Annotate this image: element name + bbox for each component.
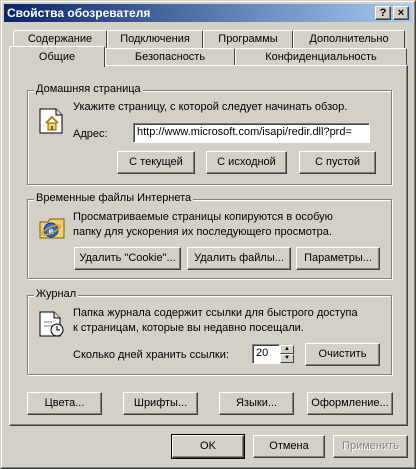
history-group: Журнал Папка журнала содержит ссылки для…	[27, 288, 392, 375]
tab-privacy[interactable]: Конфиденциальность	[235, 48, 407, 66]
internet-options-window: Свойства обозревателя ? × Содержание Под…	[0, 0, 416, 469]
close-button[interactable]: ×	[393, 6, 409, 20]
temp-files-group-title: Временные файлы Интернета	[34, 192, 194, 204]
address-label: Адрес:	[73, 128, 108, 140]
days-spinner[interactable]: ▲ ▼	[280, 345, 294, 363]
home-page-group-title: Домашняя страница	[34, 83, 143, 95]
temp-files-description-line1: Просматриваемые страницы копируются в ос…	[73, 211, 333, 223]
title-bar[interactable]: Свойства обозревателя ? ×	[4, 4, 412, 22]
window-title: Свойства обозревателя	[7, 6, 151, 20]
temp-settings-button[interactable]: Параметры...	[296, 247, 380, 270]
internet-explorer-folder-icon: e	[39, 218, 65, 239]
delete-files-button[interactable]: Удалить файлы...	[187, 247, 291, 270]
accessibility-button[interactable]: Оформление...	[307, 392, 393, 415]
home-page-icon	[39, 108, 63, 134]
cancel-button[interactable]: Отмена	[253, 435, 325, 458]
days-to-keep-input[interactable]: 20	[252, 344, 280, 364]
history-description-line1: Папка журнала содержит ссылки для быстро…	[73, 307, 358, 319]
ok-button[interactable]: OK	[171, 434, 245, 459]
use-default-button[interactable]: С исходной	[206, 151, 287, 174]
tab-advanced[interactable]: Дополнительно	[293, 30, 405, 48]
spin-up-icon[interactable]: ▲	[280, 345, 294, 354]
home-page-group: Домашняя страница Укажите страницу, с ко…	[27, 83, 392, 185]
general-tab-panel: Домашняя страница Укажите страницу, с ко…	[9, 65, 408, 426]
colors-button[interactable]: Цвета...	[27, 392, 102, 415]
languages-button[interactable]: Языки...	[219, 392, 294, 415]
temp-files-group: Временные файлы Интернета e Просматривае…	[27, 192, 392, 279]
fonts-button[interactable]: Шрифты...	[123, 392, 198, 415]
apply-button[interactable]: Применить	[333, 435, 408, 458]
clear-history-button[interactable]: Очистить	[305, 343, 380, 366]
days-to-keep-label: Сколько дней хранить ссылки:	[73, 349, 229, 361]
history-icon	[39, 311, 64, 337]
temp-files-description-line2: папку для ускорения их последующего прос…	[73, 226, 332, 238]
history-group-title: Журнал	[34, 288, 79, 300]
tab-general[interactable]: Общие	[9, 46, 105, 67]
use-current-button[interactable]: С текущей	[117, 151, 195, 174]
home-page-address-input[interactable]: http://www.microsoft.com/isapi/redir.dll…	[133, 123, 370, 143]
spin-down-icon[interactable]: ▼	[280, 354, 294, 363]
use-blank-button[interactable]: С пустой	[299, 151, 376, 174]
home-page-description: Укажите страницу, с которой следует начи…	[73, 101, 348, 113]
tab-connections[interactable]: Подключения	[107, 30, 203, 48]
tab-security[interactable]: Безопасность	[105, 48, 235, 66]
delete-cookies-button[interactable]: Удалить "Cookie"...	[74, 247, 181, 270]
tab-programs[interactable]: Программы	[203, 30, 293, 48]
help-button[interactable]: ?	[375, 6, 391, 20]
history-description-line2: к страницам, которые вы недавно посещали…	[73, 322, 304, 334]
